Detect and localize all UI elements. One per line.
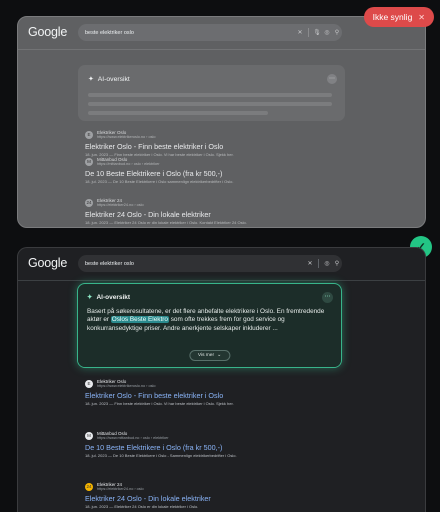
search-header: Google beste elektriker oslo ✕ 🎙 ◎ ⚲ <box>18 17 425 49</box>
search-result[interactable]: 24 Elektriker 24 https://elektriker24.no… <box>85 198 347 225</box>
search-bar[interactable]: beste elektriker oslo ✕ ◎ ⚲ <box>78 255 342 272</box>
search-header: Google beste elektriker oslo ✕ ◎ ⚲ <box>18 248 425 280</box>
search-result[interactable]: E Elektriker Oslo https://www.elektriker… <box>85 379 347 406</box>
ai-overview: ✦ AI-oversikt ⋯ Basert på søkeresultaten… <box>77 283 342 368</box>
not-visible-label: Ikke synlig <box>372 12 413 22</box>
not-visible-badge: Ikke synlig ✕ <box>363 7 434 27</box>
more-options-icon[interactable]: ⋯ <box>322 292 333 303</box>
result-source: 24 Elektriker 24 https://elektriker24.no… <box>85 482 347 492</box>
result-source: M Mittanbud Oslo https://mittanbud.no › … <box>85 157 347 167</box>
site-url: https://www.elektrikeroslo.no › oslo <box>97 384 156 388</box>
result-source: E Elektriker Oslo https://www.elektriker… <box>85 379 347 389</box>
ai-overview-text: Basert på søkeresultatene, er det flere … <box>87 308 335 333</box>
search-result[interactable]: M Mittanbud Oslo https://mittanbud.no › … <box>85 157 347 184</box>
ai-overview-header: ✦ AI-oversikt <box>87 293 131 302</box>
result-title-link[interactable]: De 10 Beste Elektrikere i Oslo (fra kr 5… <box>85 169 347 178</box>
result-source: M Mittanbud Oslo https://www.mittanbud.n… <box>85 431 347 441</box>
result-snippet: 18. jun. 2023 — Finn beste elektriker i … <box>85 151 234 157</box>
result-title-link[interactable]: De 10 Beste Elektrikere i Oslo (fra kr 5… <box>85 443 347 452</box>
result-title-link[interactable]: Elektriker Oslo - Finn beste elektriker … <box>85 142 347 151</box>
result-snippet: 18. jun. 2023 — Finn beste elektriker i … <box>85 400 234 406</box>
search-panel-not-visible: Google beste elektriker oslo ✕ 🎙 ◎ ⚲ ✦ A… <box>17 16 426 228</box>
ai-overview-header: ✦ AI-oversikt <box>88 75 130 84</box>
result-title-link[interactable]: Elektriker 24 Oslo - Din lokale elektrik… <box>85 494 347 503</box>
site-favicon-icon: E <box>85 130 93 139</box>
search-icon[interactable]: ⚲ <box>332 29 342 36</box>
search-result[interactable]: M Mittanbud Oslo https://www.mittanbud.n… <box>85 431 347 458</box>
site-favicon-icon: E <box>85 379 93 388</box>
search-result[interactable]: E Elektriker Oslo https://www.elektriker… <box>85 130 347 157</box>
result-title-link[interactable]: Elektriker Oslo - Finn beste elektriker … <box>85 391 347 400</box>
clear-icon[interactable]: ✕ <box>305 260 315 267</box>
google-logo[interactable]: Google <box>28 256 67 270</box>
result-snippet: 18. jul. 2023 — De 10 Beste Elektrikere … <box>85 452 237 458</box>
ai-overview-title: AI-oversikt <box>96 293 131 301</box>
header-divider <box>18 49 425 50</box>
search-divider <box>318 259 319 268</box>
result-source: 24 Elektriker 24 https://elektriker24.no… <box>85 198 347 208</box>
site-url: https://elektriker24.no › oslo <box>97 487 144 491</box>
site-favicon-icon: 24 <box>85 198 93 207</box>
site-favicon-icon: M <box>85 157 93 166</box>
show-more-label: Vis mer <box>197 353 215 358</box>
site-favicon-icon: 24 <box>85 482 93 491</box>
lens-icon[interactable]: ◎ <box>322 260 332 267</box>
site-url: https://elektriker24.no › oslo <box>97 203 144 207</box>
search-query[interactable]: beste elektriker oslo <box>85 30 295 36</box>
sparkle-icon: ✦ <box>88 76 94 83</box>
search-icon[interactable]: ⚲ <box>332 260 342 267</box>
site-url: https://www.mittanbud.no › oslo › elektr… <box>97 436 169 440</box>
loading-line <box>88 93 332 97</box>
loading-line <box>88 111 268 115</box>
show-more-button[interactable]: Vis mer ⌄ <box>188 350 231 361</box>
ai-overview-placeholder: ✦ AI-oversikt ⋯ <box>78 65 345 121</box>
search-query[interactable]: beste elektriker oslo <box>85 261 305 267</box>
mic-icon[interactable]: 🎙 <box>312 29 322 36</box>
search-panel-visible: Google beste elektriker oslo ✕ ◎ ⚲ ✦ AI-… <box>17 247 426 512</box>
site-url: https://www.elektrikeroslo.no › oslo <box>97 135 156 139</box>
sparkle-icon: ✦ <box>87 294 93 301</box>
ai-overview-title: AI-oversikt <box>97 75 130 83</box>
search-result[interactable]: 24 Elektriker 24 https://elektriker24.no… <box>85 482 347 509</box>
cross-icon: ✕ <box>418 12 425 22</box>
result-snippet: 18. jul. 2023 — De 10 Beste Elektrikere … <box>85 178 234 184</box>
search-bar[interactable]: beste elektriker oslo ✕ 🎙 ◎ ⚲ <box>78 24 342 41</box>
result-snippet: 18. jun. 2023 — Elektriker 24 Oslo er di… <box>85 503 199 509</box>
highlighted-brand[interactable]: Oslos Beste Elektro <box>110 316 169 324</box>
site-url: https://mittanbud.no › oslo › elektriker <box>97 162 160 166</box>
chevron-down-icon: ⌄ <box>217 353 222 358</box>
loading-line <box>88 102 332 106</box>
search-divider <box>308 28 309 37</box>
result-source: E Elektriker Oslo https://www.elektriker… <box>85 130 347 140</box>
result-snippet: 18. jun. 2023 — Elektriker 24 Oslo er di… <box>85 219 247 225</box>
result-title-link[interactable]: Elektriker 24 Oslo - Din lokale elektrik… <box>85 210 347 219</box>
more-options-icon[interactable]: ⋯ <box>327 74 337 84</box>
clear-icon[interactable]: ✕ <box>295 29 305 36</box>
site-favicon-icon: M <box>85 431 93 440</box>
header-divider <box>18 280 425 281</box>
google-logo[interactable]: Google <box>28 25 67 39</box>
lens-icon[interactable]: ◎ <box>322 29 332 36</box>
